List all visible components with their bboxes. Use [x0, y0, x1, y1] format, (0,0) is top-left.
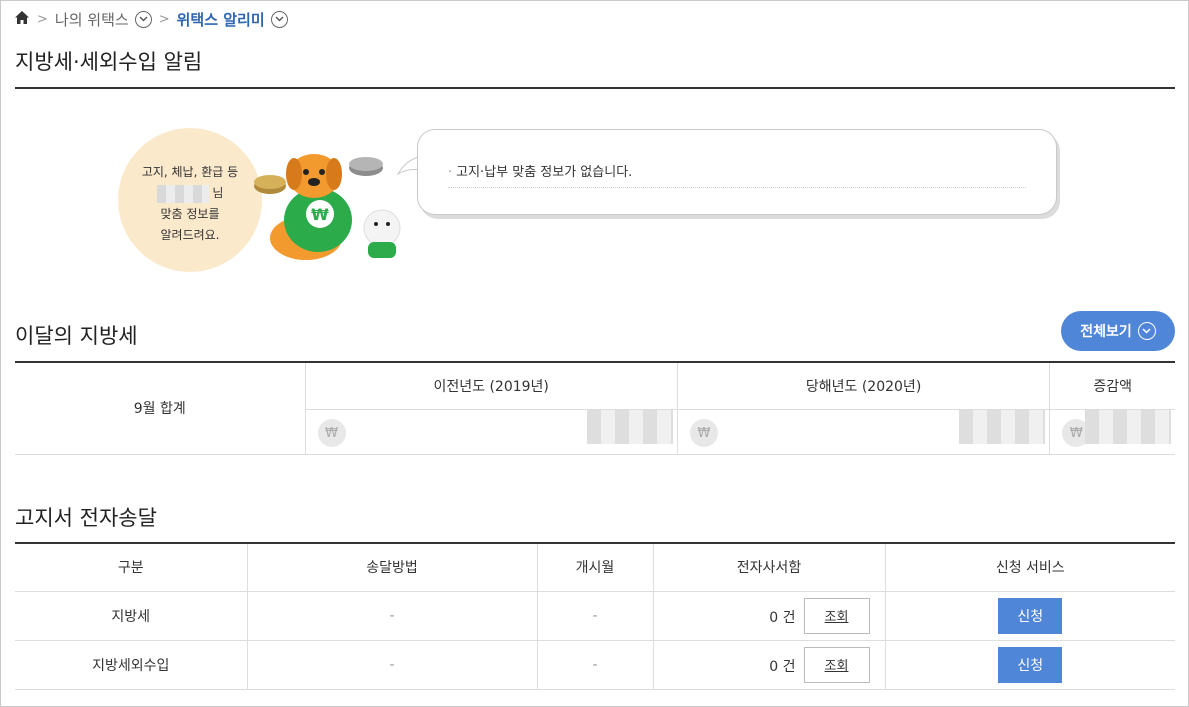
column-header: 송달방법 — [247, 543, 538, 592]
view-button[interactable]: 조회 — [803, 597, 870, 634]
monthly-title: 이달의 지방세 — [15, 324, 138, 348]
apply-button[interactable]: 신청 — [998, 597, 1063, 634]
title-divider — [15, 87, 1175, 89]
category-cell: 지방세외수입 — [15, 640, 248, 690]
chevron-right-icon: > — [37, 11, 48, 27]
notice-circle: 고지, 체납, 환급 등 님 맞춤 정보를 알려드려요. — [118, 128, 262, 272]
dotted-divider — [448, 187, 1026, 188]
amount-cell: ₩ — [677, 409, 1051, 455]
chevron-right-icon: > — [158, 11, 170, 27]
masked-amount — [586, 410, 673, 445]
mailbox-cell: 0 건 조회 — [653, 640, 886, 690]
amount-cell: ₩ — [1049, 409, 1175, 455]
apply-cell: 신청 — [885, 591, 1175, 641]
masked-user-name — [156, 184, 209, 203]
method-cell: - — [247, 591, 538, 641]
masked-amount — [959, 410, 1046, 445]
mascot-illustration: ₩ — [254, 154, 401, 260]
monthly-tax-table: 9월 합계 이전년도 (2019년) 당해년도 (2020년) 증감액 ₩ ₩ … — [15, 361, 1175, 455]
notice-message: 고지·납부 맞춤 정보가 없습니다. — [448, 161, 632, 180]
won-icon: ₩ — [317, 419, 346, 448]
view-button[interactable]: 조회 — [803, 646, 870, 683]
apply-button[interactable]: 신청 — [998, 646, 1063, 683]
breadcrumb-my-wetax[interactable]: 나의 위택스 — [55, 9, 129, 30]
start-month-cell: - — [537, 640, 654, 690]
row-label: 9월 합계 — [15, 362, 306, 455]
table-row: 지방세 - - 0 건 조회 신청 — [15, 591, 1175, 641]
delivery-title: 고지서 전자송달 — [15, 506, 157, 530]
start-month-cell: - — [537, 591, 654, 641]
won-icon: ₩ — [689, 419, 718, 448]
view-all-label: 전체보기 — [1080, 324, 1132, 340]
mailbox-cell: 0 건 조회 — [653, 591, 886, 641]
masked-amount — [1085, 410, 1171, 445]
column-header: 당해년도 (2020년) — [677, 362, 1051, 411]
svg-text:₩: ₩ — [311, 205, 329, 224]
notice-circle-line1: 고지, 체납, 환급 등 — [141, 165, 239, 179]
column-header: 신청 서비스 — [885, 543, 1175, 592]
category-cell: 지방세 — [15, 591, 248, 641]
view-all-button[interactable]: 전체보기 — [1061, 311, 1175, 351]
home-icon[interactable] — [14, 10, 30, 29]
chevron-down-icon[interactable] — [270, 10, 288, 28]
method-cell: - — [247, 640, 538, 690]
column-header: 구분 — [15, 543, 248, 592]
column-header: 전자사서함 — [653, 543, 886, 592]
amount-cell: ₩ — [305, 409, 678, 455]
breadcrumb-current[interactable]: 위택스 알리미 — [177, 9, 265, 30]
column-header: 이전년도 (2019년) — [305, 362, 678, 411]
apply-cell: 신청 — [885, 640, 1175, 690]
notice-circle-line4: 알려드려요. — [160, 228, 220, 242]
chevron-down-icon — [1137, 322, 1156, 340]
notice-speech-bubble: 고지·납부 맞춤 정보가 없습니다. — [417, 129, 1057, 215]
mailbox-count: 0 건 — [769, 609, 796, 626]
table-row: 지방세외수입 - - 0 건 조회 신청 — [15, 640, 1175, 690]
chevron-down-icon[interactable] — [134, 10, 152, 28]
breadcrumb: > 나의 위택스 > 위택스 알리미 — [14, 8, 288, 30]
notice-circle-line3: 맞춤 정보를 — [160, 207, 220, 221]
e-delivery-table: 구분 송달방법 개시월 전자사서함 신청 서비스 지방세 - - 0 건 조회 … — [15, 542, 1175, 690]
mailbox-count: 0 건 — [769, 658, 796, 675]
page-title: 지방세·세외수입 알림 — [15, 50, 203, 74]
column-header: 증감액 — [1049, 362, 1175, 411]
column-header: 개시월 — [537, 543, 654, 592]
notice-circle-line2: 님 — [118, 183, 262, 204]
